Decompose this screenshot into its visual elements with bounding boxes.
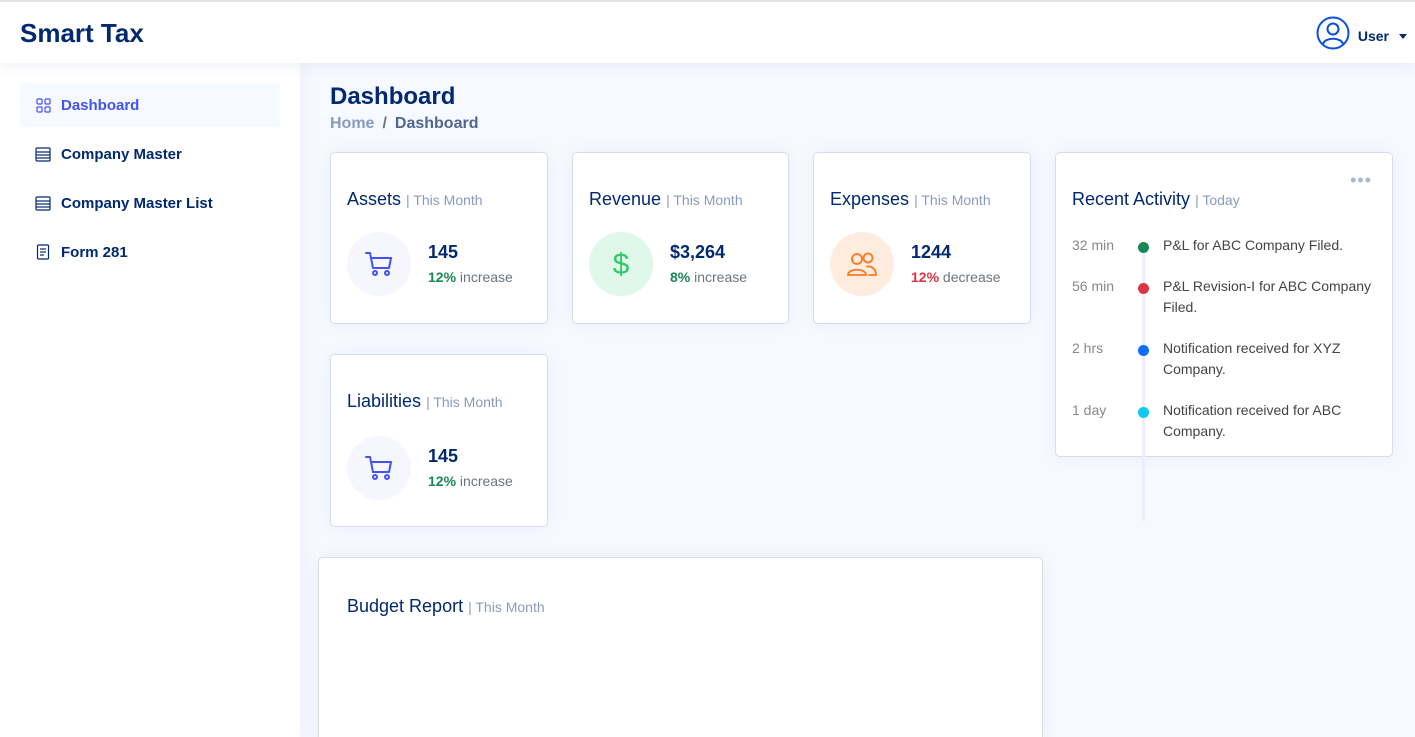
sidebar-item-dashboard[interactable]: Dashboard <box>20 83 280 127</box>
card-period: | Today <box>1195 192 1240 208</box>
status-dot-icon <box>1138 283 1149 294</box>
expenses-card: Expenses | This Month 1244 12% decrease <box>813 152 1031 324</box>
card-title: Expenses | This Month <box>830 189 991 210</box>
change-label: increase <box>459 269 513 285</box>
more-options-icon[interactable]: ••• <box>1350 171 1372 189</box>
brand-logo[interactable]: Smart Tax <box>20 18 144 49</box>
card-title: Assets | This Month <box>347 189 483 210</box>
sidebar-item-company-master[interactable]: Company Master <box>20 132 280 176</box>
card-title: Liabilities | This Month <box>347 391 503 412</box>
activity-text: P&L Revision-I for ABC Company Filed. <box>1163 278 1372 315</box>
recent-activity-card: ••• Recent Activity | Today 32 min P&L f… <box>1055 152 1393 521</box>
card-title-text: Expenses <box>830 189 910 209</box>
status-dot-icon <box>1138 345 1149 356</box>
expenses-value: 1244 <box>911 242 952 262</box>
liabilities-value: 145 <box>428 446 459 466</box>
svg-text:$: $ <box>613 248 630 281</box>
liabilities-change: 12% increase <box>428 473 513 489</box>
revenue-value: $3,264 <box>670 242 726 262</box>
sidebar-item-form-281[interactable]: Form 281 <box>20 230 280 274</box>
activity-time: 1 day <box>1072 402 1107 418</box>
assets-change: 12% increase <box>428 269 513 285</box>
status-dot-icon <box>1138 242 1149 253</box>
sidebar: Dashboard Company Master Company Master … <box>0 63 300 737</box>
change-percent: 12% <box>428 473 457 489</box>
breadcrumb-home-link[interactable]: Home <box>330 115 374 133</box>
sidebar-item-label: Dashboard <box>61 96 140 114</box>
top-header: Smart Tax User <box>0 0 1415 63</box>
revenue-change: 8% increase <box>670 269 747 285</box>
card-title: Revenue | This Month <box>589 189 743 210</box>
sidebar-item-label: Company Master <box>61 145 182 163</box>
dollar-icon: $ <box>589 232 653 296</box>
card-title-text: Recent Activity <box>1072 189 1191 209</box>
assets-card: Assets | This Month 145 12% increase <box>330 152 548 324</box>
card-title-text: Budget Report <box>347 596 464 616</box>
card-period: | This Month <box>666 192 743 208</box>
activity-time: 2 hrs <box>1072 340 1104 356</box>
activity-text: Notification received for XYZ Company. <box>1163 340 1341 377</box>
chevron-down-icon <box>1399 33 1407 39</box>
change-label: decrease <box>942 269 1001 285</box>
document-icon <box>35 244 51 260</box>
liabilities-card: Liabilities | This Month 145 12% increas… <box>330 354 548 527</box>
cart-icon <box>347 232 411 296</box>
card-title-text: Assets <box>347 189 402 209</box>
change-percent: 12% <box>428 269 457 285</box>
cart-icon <box>347 436 411 500</box>
card-period: | This Month <box>426 394 503 410</box>
card-title: Recent Activity | Today <box>1072 189 1240 210</box>
change-label: increase <box>694 269 748 285</box>
activity-text: Notification received for ABC Company. <box>1163 402 1342 439</box>
sidebar-item-label: Form 281 <box>61 243 128 261</box>
sidebar-item-label: Company Master List <box>61 194 213 212</box>
breadcrumb-current: Dashboard <box>394 115 479 132</box>
activity-time: 32 min <box>1072 237 1115 253</box>
page-title: Dashboard <box>330 83 456 110</box>
list-icon <box>35 146 51 162</box>
card-period: | This Month <box>406 192 483 208</box>
card-title-text: Liabilities <box>347 391 422 411</box>
assets-value: 145 <box>428 242 459 262</box>
budget-report-card: Budget Report | This Month <box>318 557 1043 737</box>
grid-icon <box>35 97 51 113</box>
status-dot-icon <box>1138 407 1149 418</box>
revenue-card: Revenue | This Month $ $3,264 8% increas… <box>572 152 789 324</box>
change-percent: 8% <box>670 269 691 285</box>
activity-text: P&L for ABC Company Filed. <box>1163 237 1344 253</box>
sidebar-item-company-master-list[interactable]: Company Master List <box>20 181 280 225</box>
breadcrumb-separator: / <box>382 115 387 132</box>
activity-time: 56 min <box>1072 278 1115 294</box>
card-title: Budget Report | This Month <box>347 596 545 617</box>
user-name: User <box>1357 27 1389 44</box>
user-avatar-icon <box>1316 16 1350 55</box>
change-percent: 12% <box>911 269 940 285</box>
people-icon <box>830 232 894 296</box>
user-menu[interactable]: User <box>1316 16 1407 55</box>
card-title-text: Revenue <box>589 189 662 209</box>
breadcrumb: Home / Dashboard <box>330 115 478 133</box>
change-label: increase <box>459 473 513 489</box>
card-period: | This Month <box>468 599 545 615</box>
expenses-change: 12% decrease <box>911 269 1001 285</box>
list-icon <box>35 195 51 211</box>
card-period: | This Month <box>914 192 991 208</box>
